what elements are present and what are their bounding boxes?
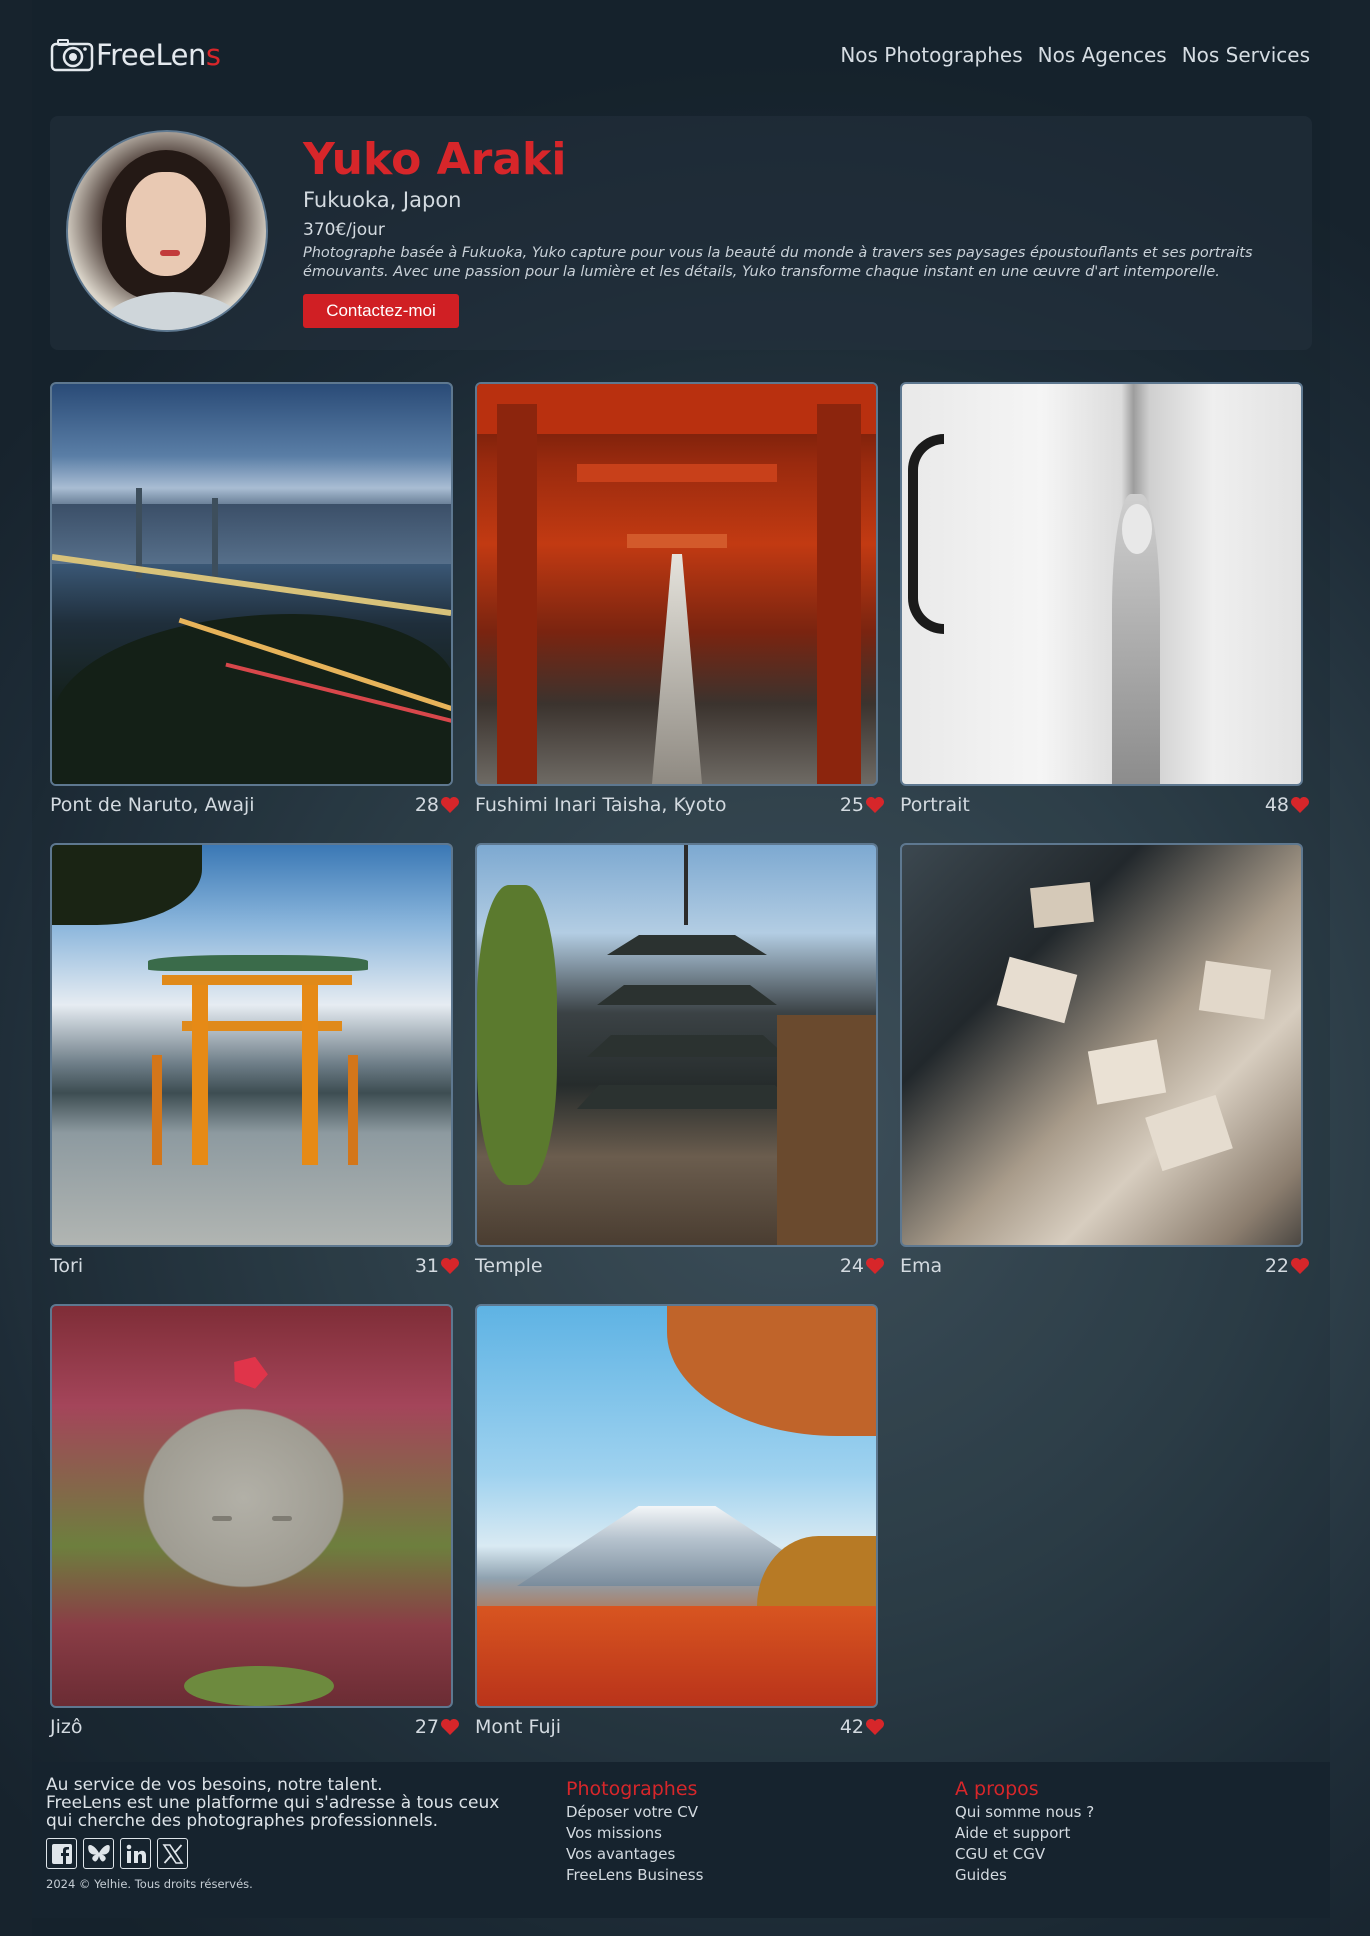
avatar — [66, 130, 268, 332]
like-count[interactable]: 42 — [840, 1716, 885, 1738]
photo-card[interactable]: Temple 24 — [475, 843, 884, 1304]
footer-link-avantages[interactable]: Vos avantages — [566, 1844, 703, 1865]
nav-photographes[interactable]: Nos Photographes — [840, 43, 1022, 67]
footer-about: Au service de vos besoins, notre talent.… — [46, 1776, 526, 1891]
photographer-location: Fukuoka, Japon — [303, 188, 462, 212]
contact-button[interactable]: Contactez-moi — [303, 294, 459, 328]
photo-card[interactable]: Jizô 27 — [50, 1304, 459, 1765]
photo-card[interactable]: Tori 31 — [50, 843, 459, 1304]
photo-card[interactable]: Pont de Naruto, Awaji 28 — [50, 382, 459, 843]
nav-services[interactable]: Nos Services — [1182, 43, 1310, 67]
logo-text: FreeLens — [96, 38, 221, 72]
photo-card[interactable]: Portrait 48 — [900, 382, 1309, 843]
photo-ema[interactable] — [900, 843, 1303, 1247]
heart-icon[interactable] — [865, 1718, 885, 1736]
footer-link-qui[interactable]: Qui somme nous ? — [955, 1802, 1094, 1823]
photo-title: Fushimi Inari Taisha, Kyoto — [475, 794, 727, 816]
photo-mont-fuji[interactable] — [475, 1304, 878, 1708]
logo[interactable]: FreeLens — [50, 38, 221, 72]
photo-title: Jizô — [50, 1716, 83, 1738]
footer-link-missions[interactable]: Vos missions — [566, 1823, 703, 1844]
photographer-rate: 370€/jour — [303, 220, 385, 240]
x-icon[interactable] — [157, 1838, 188, 1869]
photographer-bio: Photographe basée à Fukuoka, Yuko captur… — [303, 245, 1253, 280]
photo-title: Temple — [475, 1255, 543, 1277]
photo-card[interactable]: Mont Fuji 42 — [475, 1304, 884, 1765]
footer-apropos-title: A propos — [955, 1778, 1039, 1800]
linkedin-icon[interactable] — [120, 1838, 151, 1869]
footer-link-guides[interactable]: Guides — [955, 1865, 1094, 1886]
photo-gallery: Pont de Naruto, Awaji 28 Fushimi Inari T… — [50, 382, 1312, 1765]
photographer-name: Yuko Araki — [303, 134, 567, 185]
page: FreeLens Nos Photographes Nos Agences No… — [32, 0, 1330, 1936]
nav-agences[interactable]: Nos Agences — [1038, 43, 1167, 67]
photo-tori[interactable] — [50, 843, 453, 1247]
photo-card[interactable]: Fushimi Inari Taisha, Kyoto 25 — [475, 382, 884, 843]
photo-card[interactable]: Ema 22 — [900, 843, 1309, 1304]
heart-icon[interactable] — [440, 1257, 460, 1275]
photo-portrait[interactable] — [900, 382, 1303, 786]
social-links — [46, 1838, 526, 1869]
like-count[interactable]: 31 — [415, 1255, 460, 1277]
footer-link-business[interactable]: FreeLens Business — [566, 1865, 703, 1886]
photo-title: Mont Fuji — [475, 1716, 562, 1738]
facebook-icon[interactable] — [46, 1838, 77, 1869]
heart-icon[interactable] — [865, 1257, 885, 1275]
photo-naruto-bridge[interactable] — [50, 382, 453, 786]
photo-title: Pont de Naruto, Awaji — [50, 794, 255, 816]
site-header: FreeLens Nos Photographes Nos Agences No… — [50, 14, 1330, 96]
footer-apropos: A propos Qui somme nous ? Aide et suppor… — [955, 1778, 1094, 1886]
like-count[interactable]: 22 — [1265, 1255, 1310, 1277]
heart-icon[interactable] — [1290, 796, 1310, 814]
photo-title: Ema — [900, 1255, 943, 1277]
like-count[interactable]: 48 — [1265, 794, 1310, 816]
heart-icon[interactable] — [865, 796, 885, 814]
like-count[interactable]: 28 — [415, 794, 460, 816]
like-count[interactable]: 25 — [840, 794, 885, 816]
heart-icon[interactable] — [440, 1718, 460, 1736]
footer-description: FreeLens est une platforme qui s'adresse… — [46, 1793, 500, 1831]
like-count[interactable]: 24 — [840, 1255, 885, 1277]
footer-link-aide[interactable]: Aide et support — [955, 1823, 1094, 1844]
copyright: 2024 © Yelhie. Tous droits réservés. — [46, 1877, 253, 1891]
camera-icon — [50, 38, 94, 72]
heart-icon[interactable] — [440, 796, 460, 814]
bluesky-icon[interactable] — [83, 1838, 114, 1869]
footer-tagline: Au service de vos besoins, notre talent. — [46, 1775, 383, 1795]
photo-temple[interactable] — [475, 843, 878, 1247]
profile-card: Yuko Araki Fukuoka, Japon 370€/jour Phot… — [50, 116, 1312, 350]
photo-title: Portrait — [900, 794, 970, 816]
site-footer: Au service de vos besoins, notre talent.… — [32, 1762, 1330, 1918]
footer-photographes: Photographes Déposer votre CV Vos missio… — [566, 1778, 703, 1886]
like-count[interactable]: 27 — [415, 1716, 460, 1738]
footer-link-cgu[interactable]: CGU et CGV — [955, 1844, 1094, 1865]
photo-title: Tori — [50, 1255, 84, 1277]
photo-fushimi-inari[interactable] — [475, 382, 878, 786]
photo-jizo[interactable] — [50, 1304, 453, 1708]
footer-link-cv[interactable]: Déposer votre CV — [566, 1802, 703, 1823]
main-nav: Nos Photographes Nos Agences Nos Service… — [840, 43, 1310, 67]
heart-icon[interactable] — [1290, 1257, 1310, 1275]
footer-photographes-title: Photographes — [566, 1778, 698, 1800]
